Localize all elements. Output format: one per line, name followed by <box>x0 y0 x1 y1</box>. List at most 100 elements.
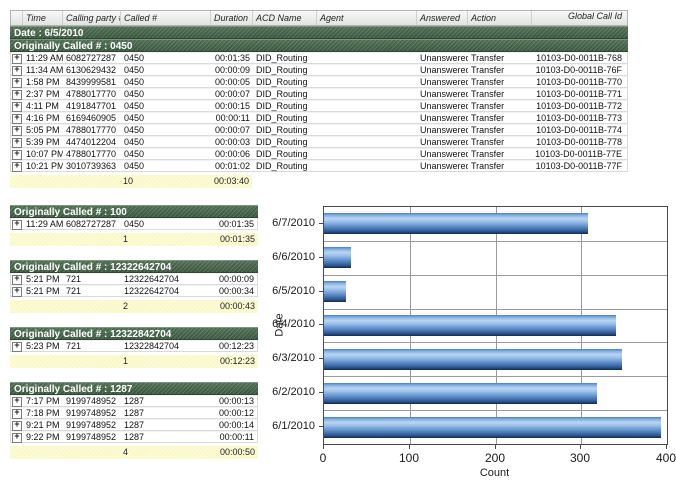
expand-icon[interactable]: + <box>12 78 22 88</box>
cell-action: Transfer <box>468 113 532 124</box>
summary-row: 100:01:35 <box>10 233 258 246</box>
expand-icon[interactable]: + <box>12 433 22 443</box>
column-header-global_id: Global Call Id <box>532 11 627 25</box>
summary-count: 1 <box>120 356 210 367</box>
x-tick-label: 300 <box>560 451 600 465</box>
cell-time: 9:22 PM <box>23 432 63 443</box>
expand-icon[interactable]: + <box>12 162 22 172</box>
cell-global_id: 10103-D0-0011B-774 <box>532 125 627 136</box>
cell-called: 0450 <box>121 101 211 112</box>
expander-cell: + <box>11 160 23 172</box>
cell-time: 10:21 PM <box>23 161 63 172</box>
category-label: 6/5/2010 <box>270 285 315 297</box>
cell-duration: 00:00:09 <box>211 65 253 76</box>
chart-bar <box>324 281 346 302</box>
cell-action: Transfer <box>468 77 532 88</box>
cell-answered: Unanswered <box>417 65 468 76</box>
summary-count: 10 <box>120 176 210 187</box>
cell-global_id: 10103-D0-0011B-76F <box>532 65 627 76</box>
cell-calling: 9199748952 <box>63 420 121 431</box>
expander-cell: + <box>11 431 23 443</box>
cell-duration: 00:00:09 <box>211 274 257 285</box>
cell-calling: 4474012204 <box>63 137 121 148</box>
expand-icon[interactable]: + <box>12 102 22 112</box>
expand-icon[interactable]: + <box>12 138 22 148</box>
cell-time: 5:23 PM <box>23 341 63 352</box>
cell-calling: 721 <box>63 286 121 297</box>
summary-count: 4 <box>120 447 210 458</box>
cell-called: 12322842704 <box>121 341 211 352</box>
cell-global_id: 10103-D0-0011B-77F <box>532 161 627 172</box>
expand-icon[interactable]: + <box>12 220 22 230</box>
category-label: 6/3/2010 <box>270 352 315 364</box>
cell-called: 0450 <box>121 53 211 64</box>
cell-calling: 721 <box>63 341 121 352</box>
cell-time: 7:18 PM <box>23 408 63 419</box>
expander-cell: + <box>11 88 23 100</box>
expand-icon[interactable]: + <box>12 90 22 100</box>
cell-acd: DID_Routing <box>253 53 317 64</box>
chart: Date Count 6/7/20106/6/20106/5/20106/4/2… <box>270 200 676 485</box>
cell-calling: 4788017770 <box>63 149 121 160</box>
cell-global_id: 10103-D0-0011B-771 <box>532 89 627 100</box>
cell-duration: 00:00:15 <box>211 101 253 112</box>
group-header: Originally Called # : 100 <box>10 205 258 218</box>
x-tick-label: 400 <box>646 451 676 465</box>
cell-called: 12322642704 <box>121 286 211 297</box>
cell-called: 1287 <box>121 432 211 443</box>
expand-icon[interactable]: + <box>12 150 22 160</box>
cell-called: 0450 <box>121 125 211 136</box>
chart-bar <box>324 247 351 268</box>
cell-answered: Unanswered <box>417 53 468 64</box>
band-separator <box>324 410 667 411</box>
cell-action: Transfer <box>468 89 532 100</box>
band-separator <box>324 342 667 343</box>
expand-icon[interactable]: + <box>12 275 22 285</box>
cell-calling: 4788017770 <box>63 125 121 136</box>
cell-duration: 00:01:35 <box>211 53 253 64</box>
main-table-body: +11:29 AM6082727287045000:01:35DID_Routi… <box>10 52 628 188</box>
chart-bar <box>324 417 661 438</box>
x-axis-tick <box>580 444 581 449</box>
expand-icon[interactable]: + <box>12 54 22 64</box>
cell-duration: 00:00:03 <box>211 137 253 148</box>
table-row: +11:29 AM6082727287045000:01:35 <box>10 218 258 230</box>
table-row: +10:07 PM4788017770045000:00:06DID_Routi… <box>10 148 628 160</box>
expander-cell: + <box>11 148 23 160</box>
table-row: +1:58 PM8439999581045000:00:05DID_Routin… <box>10 76 628 88</box>
expand-icon[interactable]: + <box>12 287 22 297</box>
band-separator <box>324 376 667 377</box>
summary-count: 2 <box>120 301 210 312</box>
cell-duration: 00:00:13 <box>211 396 257 407</box>
expand-icon[interactable]: + <box>12 409 22 419</box>
table-row: +10:21 PM3010739363045000:01:02DID_Routi… <box>10 160 628 172</box>
cell-called: 0450 <box>121 65 211 76</box>
cell-called: 1287 <box>121 420 211 431</box>
cell-time: 11:29 AM <box>23 53 63 64</box>
expand-icon[interactable]: + <box>12 342 22 352</box>
cell-duration: 00:00:07 <box>211 125 253 136</box>
summary-row: 1000:03:40 <box>10 175 252 188</box>
cell-answered: Unanswered <box>417 101 468 112</box>
cell-time: 4:16 PM <box>23 113 63 124</box>
cell-time: 7:17 PM <box>23 396 63 407</box>
cell-answered: Unanswered <box>417 77 468 88</box>
expand-icon[interactable]: + <box>12 397 22 407</box>
cell-calling: 8439999581 <box>63 77 121 88</box>
chart-bar <box>324 383 597 404</box>
expander-cell: + <box>11 52 23 64</box>
expand-icon[interactable]: + <box>12 66 22 76</box>
cell-duration: 00:00:14 <box>211 420 257 431</box>
expander-cell: + <box>11 285 23 297</box>
expand-icon[interactable]: + <box>12 421 22 431</box>
summary-duration: 00:00:50 <box>210 447 258 458</box>
cell-action: Transfer <box>468 101 532 112</box>
summary-duration: 00:12:23 <box>210 356 258 367</box>
expand-icon[interactable]: + <box>12 126 22 136</box>
expander-cell: + <box>11 273 23 285</box>
band-separator <box>324 275 667 276</box>
expand-icon[interactable]: + <box>12 114 22 124</box>
cell-action: Transfer <box>468 53 532 64</box>
report-page: TimeCalling party #Called #DurationACD N… <box>0 0 676 485</box>
expander-cell: + <box>11 340 23 352</box>
